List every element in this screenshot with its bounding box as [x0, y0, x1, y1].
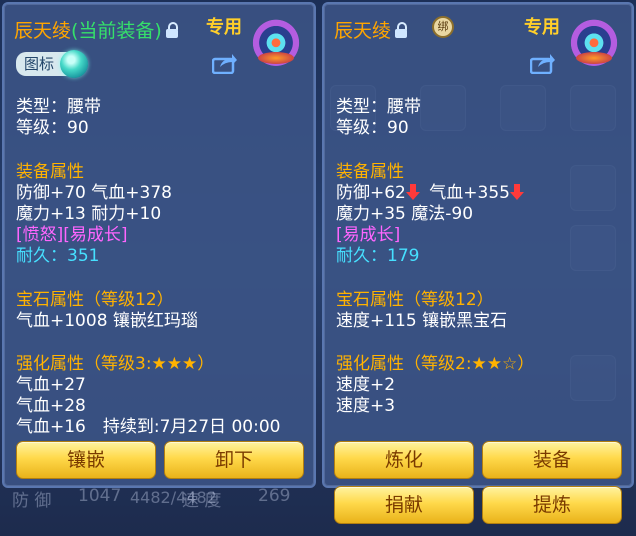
lock-icon[interactable] — [165, 21, 178, 38]
exclusive-label: 专用 — [524, 17, 560, 38]
enhance-line: 速度+3 — [336, 396, 396, 416]
bound-seal-icon: 绑 — [432, 16, 454, 38]
unequip-button[interactable]: 卸下 — [164, 441, 304, 479]
item-level: 等级：90 — [336, 118, 409, 138]
compared-item-tooltip: 辰天绫 绑 专用 类型：腰带 等级：90 装备属性 防御+62 气血+355 魔… — [322, 2, 634, 524]
gem-line: 气血+1008 镶嵌红玛瑙 — [16, 311, 198, 331]
down-arrow-icon — [405, 184, 420, 200]
equip-button[interactable]: 装备 — [482, 441, 622, 479]
item-level: 等级：90 — [16, 118, 89, 138]
title-row: 辰天绫 — [334, 16, 408, 43]
bg-def-value: 1047 — [78, 486, 122, 506]
extract-button[interactable]: 提炼 — [482, 486, 622, 524]
bg-def-label: 防 御 — [12, 491, 52, 511]
equipped-item-tooltip: 辰天绫(当前装备) 专用 图标 类型：腰带 等级：90 装备属性 防御+70 气… — [2, 2, 316, 488]
bg-spd-value: 269 — [258, 486, 291, 506]
emblem-icon — [248, 12, 304, 68]
down-arrow-icon — [510, 184, 524, 200]
refine-button[interactable]: 炼化 — [334, 441, 474, 479]
title-row: 辰天绫(当前装备) — [14, 16, 178, 43]
gem-line: 速度+115 镶嵌黑宝石 — [336, 311, 508, 331]
durability: 耐久：351 — [16, 246, 100, 266]
icon-tag[interactable]: 图标 — [16, 50, 89, 78]
lock-icon[interactable] — [395, 21, 408, 38]
emblem-icon — [566, 12, 622, 68]
equipped-status: (当前装备) — [71, 20, 162, 42]
durability: 耐久：179 — [336, 246, 420, 266]
item-name: 辰天绫 — [14, 20, 72, 42]
share-icon[interactable] — [212, 52, 238, 74]
share-icon[interactable] — [530, 52, 556, 74]
exclusive-label: 专用 — [206, 17, 242, 38]
inlay-button[interactable]: 镶嵌 — [16, 441, 156, 479]
item-name: 辰天绫 — [334, 20, 392, 42]
donate-button[interactable]: 捐献 — [334, 486, 474, 524]
item-title: 辰天绫(当前装备) — [14, 16, 162, 43]
gem-icon — [60, 50, 89, 78]
enhance-line: 气血+16 持续到:7月27日 00:00 — [16, 417, 281, 437]
bg-spd-label: 速 度 — [182, 491, 222, 511]
